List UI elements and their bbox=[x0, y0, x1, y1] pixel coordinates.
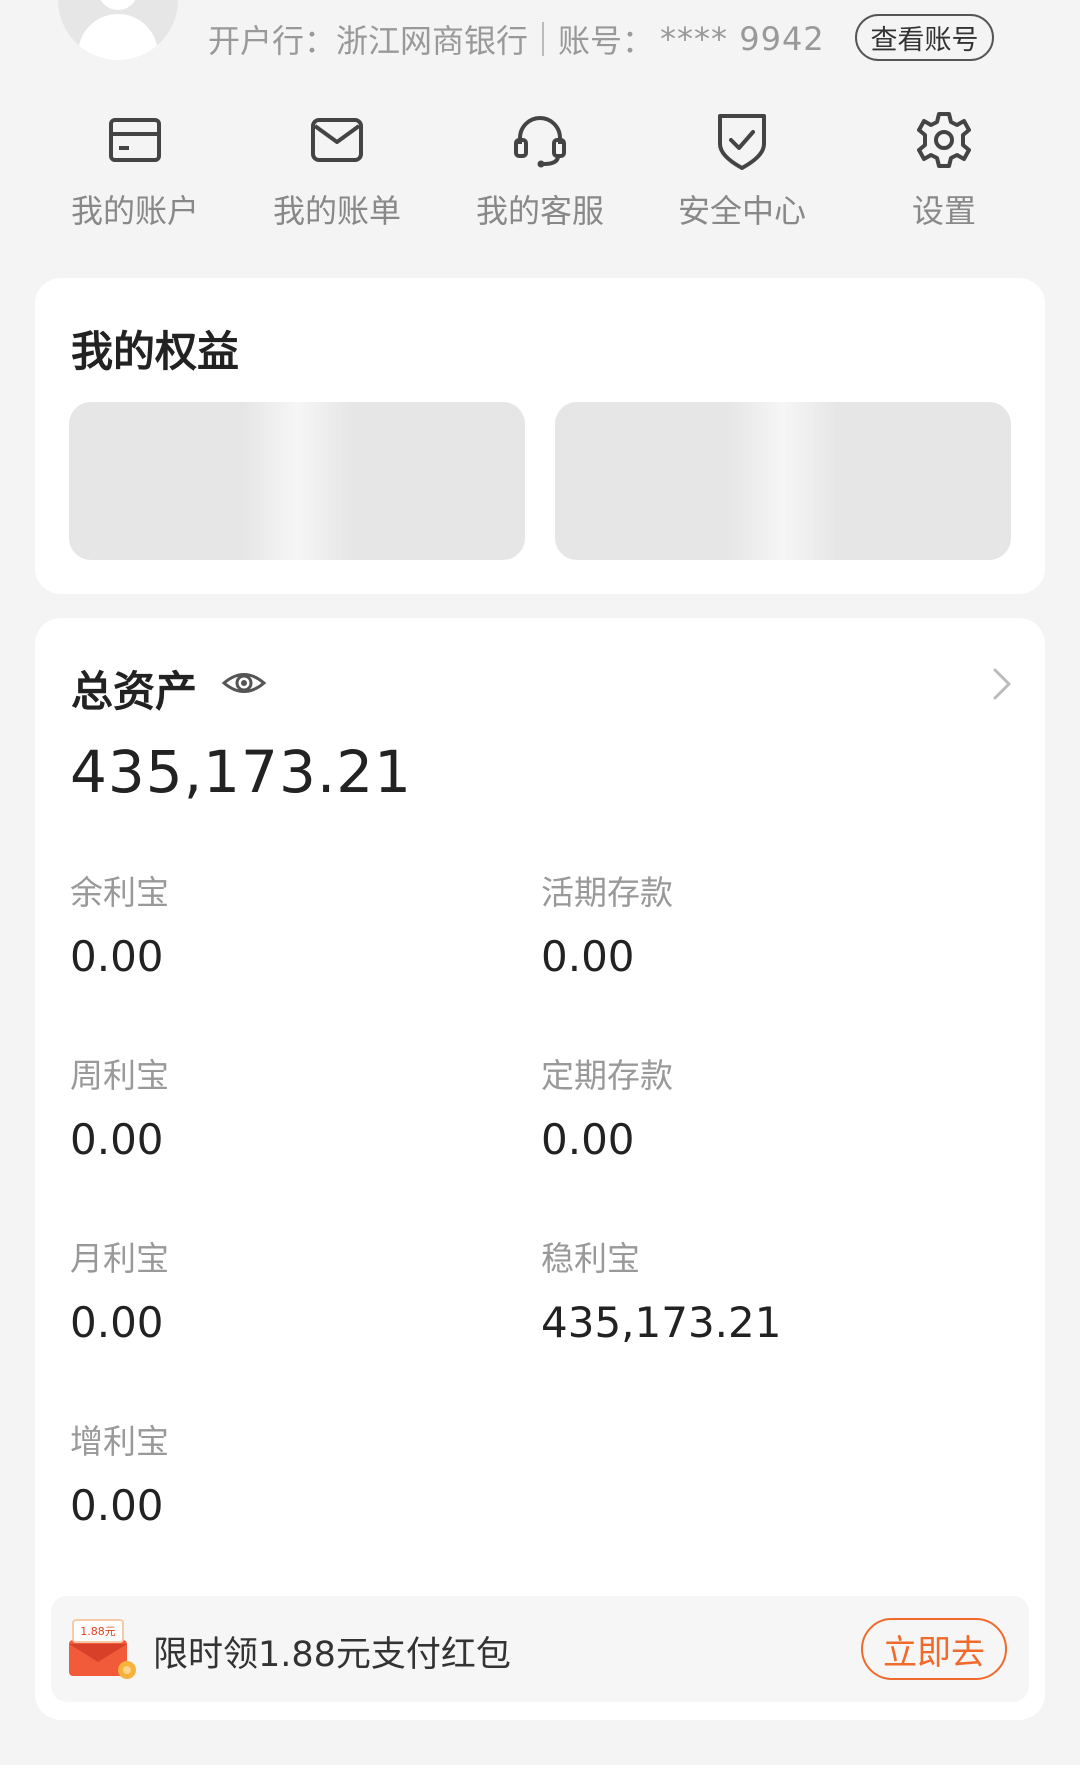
nav-label: 我的账户 bbox=[70, 192, 199, 230]
total-assets-title: 总资产 bbox=[71, 667, 198, 716]
asset-value: 435,173.21 bbox=[541, 1298, 782, 1347]
asset-item-yuelibao[interactable]: 月利宝 0.00 bbox=[70, 1232, 470, 1347]
promo-text: 限时领1.88元支付红包 bbox=[153, 1635, 511, 1675]
gear-icon bbox=[917, 112, 971, 168]
asset-label: 增利宝 bbox=[70, 1422, 169, 1461]
asset-item-wenlibao[interactable]: 稳利宝 435,173.21 bbox=[541, 1232, 941, 1347]
nav-item-settings[interactable]: 设置 bbox=[854, 108, 1034, 238]
account-number: **** 9942 bbox=[660, 20, 825, 58]
avatar[interactable] bbox=[58, 0, 178, 60]
asset-label: 周利宝 bbox=[70, 1056, 169, 1095]
nav-label: 我的账单 bbox=[272, 192, 401, 230]
nav-item-my-bills[interactable]: 我的账单 bbox=[247, 108, 427, 238]
go-now-button[interactable]: 立即去 bbox=[861, 1618, 1007, 1680]
account-label: 账号： bbox=[558, 22, 655, 60]
asset-item-demand-deposit[interactable]: 活期存款 0.00 bbox=[541, 866, 941, 981]
asset-item-time-deposit[interactable]: 定期存款 0.00 bbox=[541, 1049, 941, 1164]
bank-label: 开户行： bbox=[208, 22, 337, 60]
quick-nav: 我的账户 我的账单 我的客服 安全中心 设置 bbox=[0, 108, 1080, 238]
asset-value: 0.00 bbox=[70, 1481, 164, 1530]
nav-item-security-center[interactable]: 安全中心 bbox=[652, 108, 832, 238]
nav-label: 设置 bbox=[911, 192, 976, 230]
asset-label: 余利宝 bbox=[70, 873, 169, 912]
eye-icon[interactable] bbox=[221, 660, 267, 706]
benefits-title: 我的权益 bbox=[71, 327, 240, 376]
asset-value: 0.00 bbox=[541, 932, 635, 981]
nav-label: 我的客服 bbox=[475, 192, 604, 230]
benefit-placeholder[interactable] bbox=[69, 402, 525, 560]
asset-value: 0.00 bbox=[541, 1115, 635, 1164]
benefit-placeholder[interactable] bbox=[555, 402, 1011, 560]
nav-item-customer-service[interactable]: 我的客服 bbox=[450, 108, 630, 238]
avatar-body-shape bbox=[78, 14, 158, 60]
red-packet-promo-banner[interactable]: 1.88元 限时领1.88元支付红包 立即去 bbox=[51, 1596, 1029, 1702]
avatar-head-shape bbox=[98, 0, 138, 10]
asset-label: 定期存款 bbox=[541, 1056, 673, 1095]
headset-icon bbox=[514, 116, 566, 168]
asset-value: 0.00 bbox=[70, 932, 164, 981]
shield-check-icon bbox=[718, 114, 766, 170]
account-info-line: 开户行： 浙江网商银行 账号： **** 9942 bbox=[208, 16, 825, 62]
card-icon bbox=[109, 118, 161, 162]
bank-name: 浙江网商银行 bbox=[336, 22, 529, 60]
asset-value: 0.00 bbox=[70, 1298, 164, 1347]
account-page: 开户行： 浙江网商银行 账号： **** 9942 查看账号 我的账户 我的账单 bbox=[0, 0, 1080, 1765]
total-assets-amount: 435,173.21 bbox=[70, 738, 413, 806]
total-assets-card: 总资产 435,173.21 余利宝 0.00 活期存款 0.00 周利宝 0.… bbox=[35, 618, 1045, 1720]
asset-value: 0.00 bbox=[70, 1115, 164, 1164]
nav-label: 安全中心 bbox=[677, 192, 806, 230]
red-envelope-icon: 1.88元 bbox=[69, 1619, 136, 1679]
envelope-icon bbox=[311, 118, 363, 162]
asset-label: 稳利宝 bbox=[541, 1239, 640, 1278]
view-account-button[interactable]: 查看账号 bbox=[855, 14, 994, 61]
nav-item-my-account[interactable]: 我的账户 bbox=[45, 108, 225, 238]
benefits-card: 我的权益 bbox=[35, 278, 1045, 594]
asset-label: 月利宝 bbox=[70, 1239, 169, 1278]
promo-badge: 1.88元 bbox=[80, 1625, 116, 1638]
asset-label: 活期存款 bbox=[541, 873, 673, 912]
divider bbox=[542, 22, 545, 56]
chevron-right-icon[interactable] bbox=[987, 664, 1017, 704]
asset-item-zhoulibao[interactable]: 周利宝 0.00 bbox=[70, 1049, 470, 1164]
asset-item-yulibao[interactable]: 余利宝 0.00 bbox=[70, 866, 470, 981]
asset-item-zenglibao[interactable]: 增利宝 0.00 bbox=[70, 1415, 470, 1530]
account-header: 开户行： 浙江网商银行 账号： **** 9942 查看账号 bbox=[0, 0, 1080, 90]
